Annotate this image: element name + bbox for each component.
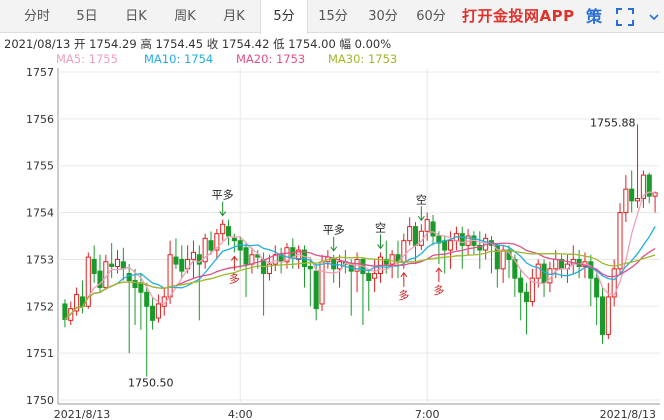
candle-body [144,291,150,307]
candle-body [138,282,144,293]
candle-body [120,261,126,270]
candle-body [372,272,378,279]
candle-body [535,263,541,279]
candle-body [523,291,530,303]
candle-body [576,258,582,267]
y-tick-label: 1753 [26,253,54,266]
candle-body [243,247,249,265]
candlestick-chart: 175717561755175417531752175117502021/8/1… [26,66,660,420]
signal-label: 多 [398,288,409,302]
candle-body [617,212,623,270]
low-annotation: 1750.50 [128,377,174,390]
signal-label: 多 [433,283,444,297]
candle-body [389,254,395,265]
candle-body [231,237,237,242]
candle-body [635,198,641,202]
candle-body [155,303,161,319]
x-tick-label: 2021/8/13 [600,408,656,420]
candle-body [167,254,173,298]
candle-body [366,272,372,282]
candle-body [553,258,559,270]
candle-body [109,263,115,267]
signal-label: 空 [416,192,427,206]
candle-body [430,221,436,237]
candle-body [541,263,547,284]
candle-body [500,249,506,270]
high-annotation: 1755.88 [590,116,636,129]
candle-body [588,261,594,279]
candle-body [594,277,600,298]
candle-body [307,265,313,270]
x-tick-label: 7:00 [415,408,440,420]
candle-body [629,188,635,202]
candle-body [179,258,185,272]
candle-body [225,226,232,237]
y-tick-label: 1751 [26,347,54,360]
candle-body [424,219,430,232]
x-tick-label: 4:00 [228,408,253,420]
candle-body [599,296,606,335]
signal-label: 平多 [323,223,345,237]
candle-body [190,251,197,260]
candle-body [173,256,179,265]
signal-label: 多 [229,271,240,285]
candle-body [220,223,226,235]
y-tick-label: 1755 [26,160,54,173]
y-tick-label: 1757 [26,66,54,79]
signal-label: 空 [375,220,386,234]
candle-body [442,240,448,251]
candle-body [407,226,413,242]
candle-body [448,240,454,251]
candle-body [91,258,97,274]
candle-body [132,280,138,289]
candle-body [313,270,319,310]
ma-line-ma5 [64,191,656,320]
candle-body [518,277,524,293]
y-tick-label: 1754 [26,207,54,220]
candle-body [249,254,255,265]
ma-line-ma10 [64,226,656,320]
x-tick-label: 2021/8/13 [54,408,110,420]
candle-body [114,258,121,267]
candle-body [62,303,68,320]
y-tick-label: 1756 [26,113,54,126]
candle-body [652,192,658,197]
candle-body [150,305,156,321]
candle-body [319,261,325,305]
y-tick-label: 1750 [26,394,54,407]
candle-body [623,188,629,214]
y-tick-label: 1752 [26,300,54,313]
candle-body [401,240,407,263]
signal-label: 平多 [212,188,234,202]
candle-body [605,296,611,335]
candle-body [412,226,419,246]
candle-body [459,233,465,246]
candle-body [208,240,214,251]
